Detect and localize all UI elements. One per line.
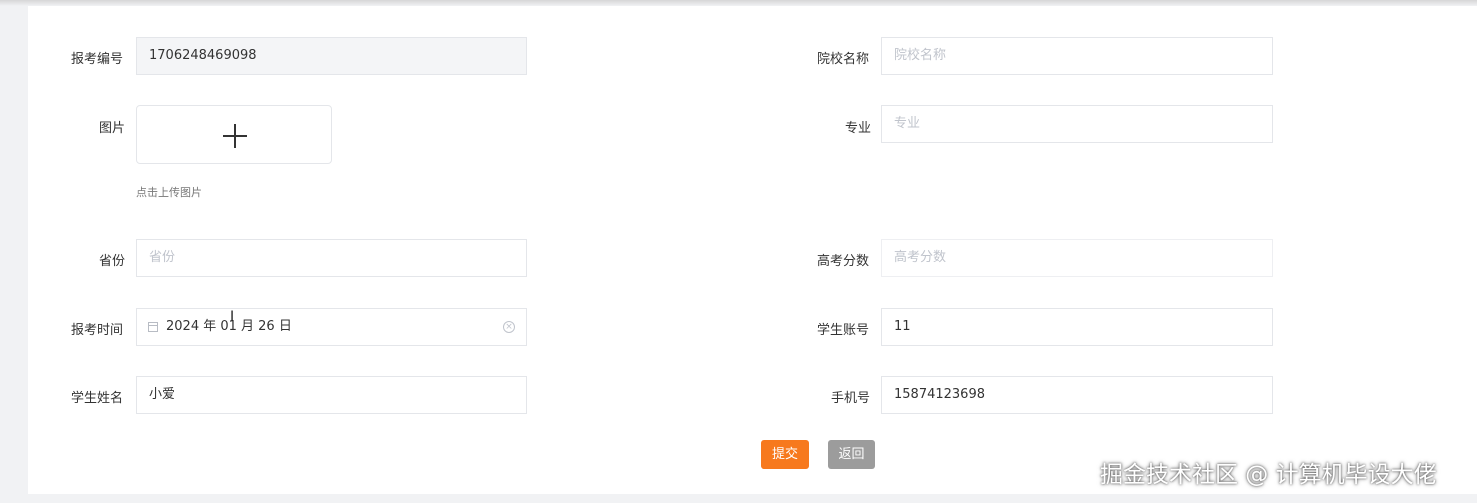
calendar-icon <box>148 322 158 332</box>
exam-time-field[interactable]: 2024 年 01 月 26 日 × <box>136 308 527 346</box>
student-account-label: 学生账号 <box>817 323 870 338</box>
image-upload-button[interactable] <box>136 105 332 164</box>
gaokao-score-field[interactable]: 高考分数 <box>881 239 1273 277</box>
student-account-field[interactable]: 11 <box>881 308 1273 346</box>
watermark: 掘金技术社区 @ 计算机毕设大佬 <box>1100 462 1437 488</box>
student-name-label: 学生姓名 <box>71 391 124 406</box>
major-field[interactable]: 专业 <box>881 105 1273 143</box>
exam-time-value: 2024 年 01 月 26 日 <box>166 319 292 334</box>
text-cursor-icon: I <box>230 309 235 325</box>
phone-label: 手机号 <box>831 391 871 406</box>
school-name-field[interactable]: 院校名称 <box>881 37 1273 75</box>
province-field[interactable]: 省份 <box>136 239 527 277</box>
exam-number-field[interactable]: 1706248469098 <box>136 37 527 75</box>
phone-field[interactable]: 15874123698 <box>881 376 1273 414</box>
gaokao-score-label: 高考分数 <box>817 254 870 269</box>
upload-hint: 点击上传图片 <box>136 186 202 199</box>
back-button[interactable]: 返回 <box>828 440 875 469</box>
province-label: 省份 <box>99 254 126 269</box>
image-label: 图片 <box>99 121 126 136</box>
student-name-field[interactable]: 小爱 <box>136 376 527 414</box>
clear-icon[interactable]: × <box>503 321 515 333</box>
exam-number-label: 报考编号 <box>71 52 124 67</box>
submit-button[interactable]: 提交 <box>761 440 809 469</box>
major-label: 专业 <box>845 121 872 136</box>
plus-icon-vertical <box>234 124 236 148</box>
exam-time-label: 报考时间 <box>71 323 124 338</box>
school-name-label: 院校名称 <box>817 52 870 67</box>
